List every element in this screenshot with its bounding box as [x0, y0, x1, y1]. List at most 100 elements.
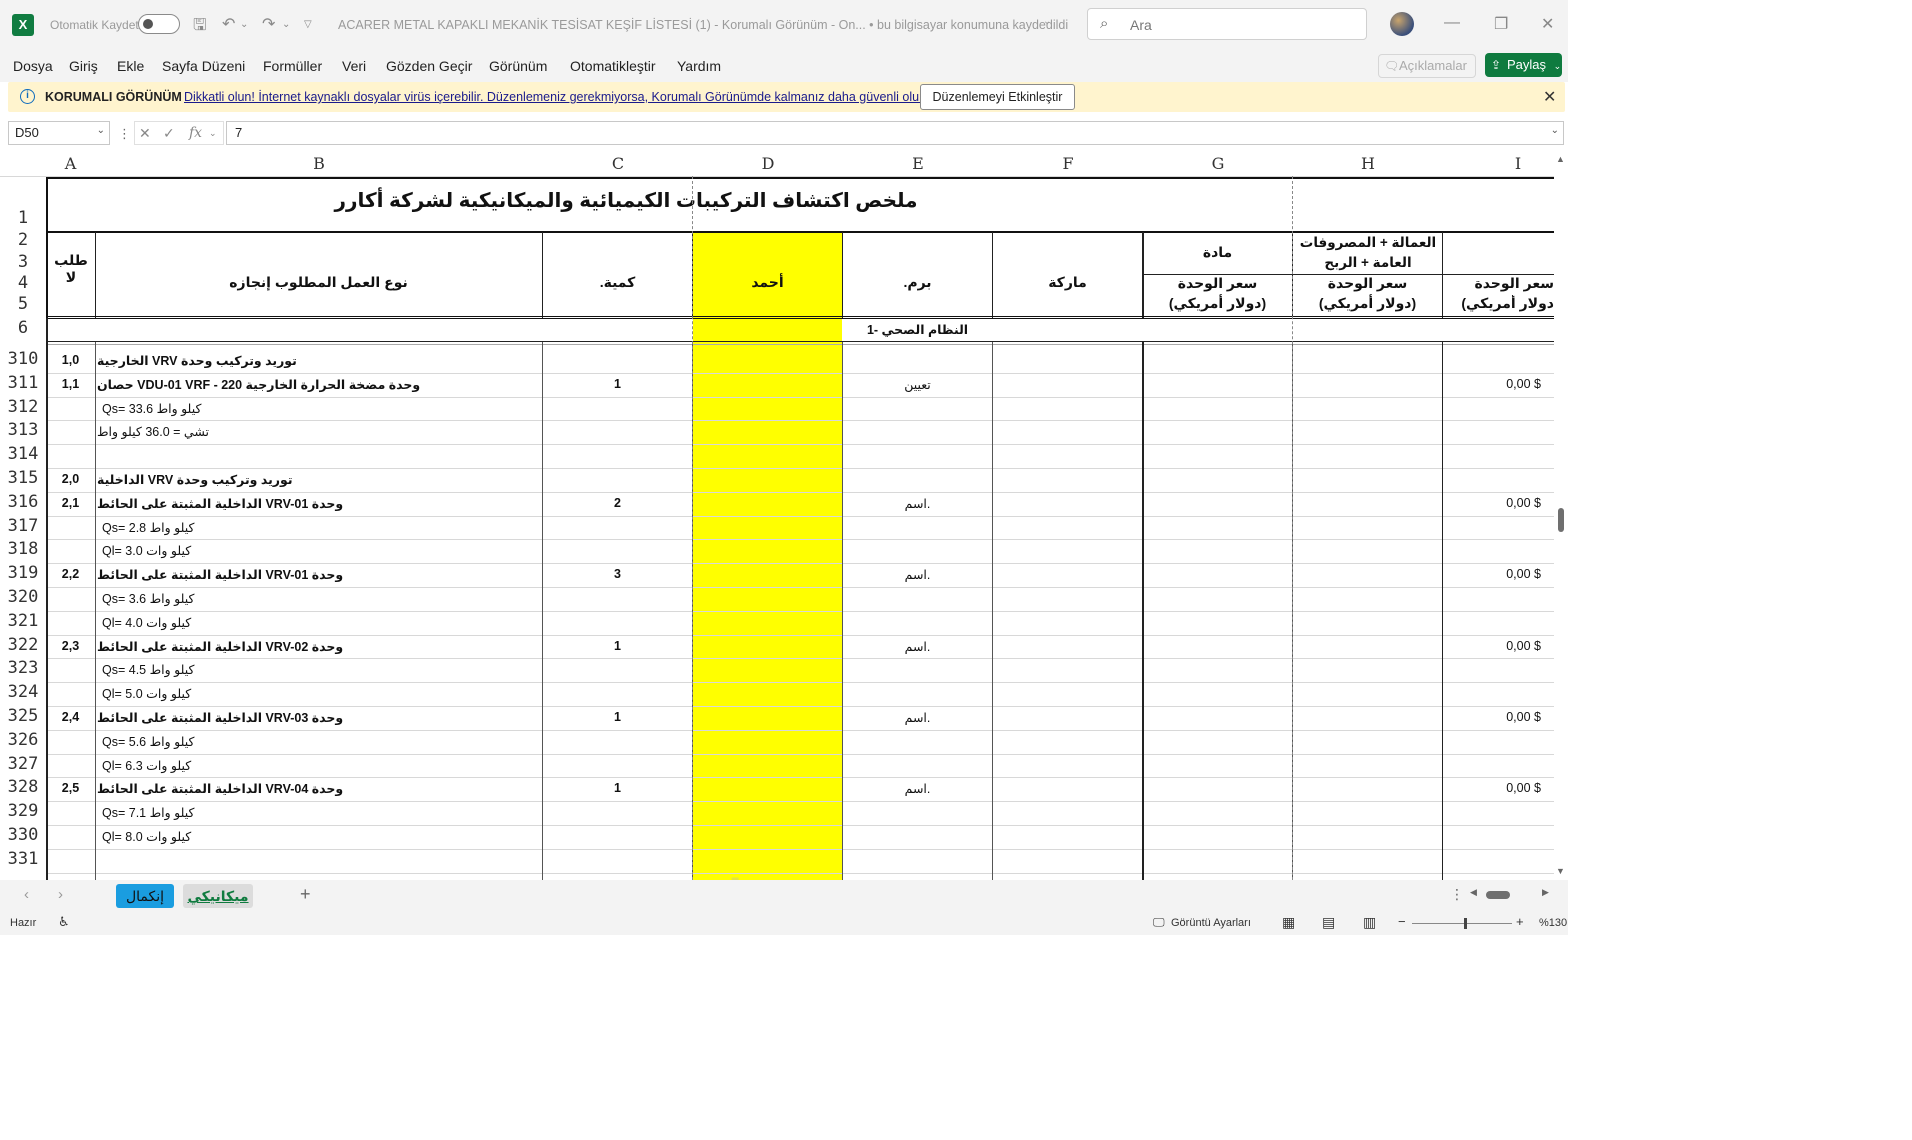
cell-quantity[interactable]: 1 — [543, 377, 692, 391]
cell-i-price[interactable]: 0,00 $ — [1445, 639, 1541, 653]
row-header[interactable]: 319 — [0, 563, 46, 583]
display-settings-icon[interactable]: 🖵 — [1153, 915, 1165, 930]
cell-work-type[interactable]: Qs= 2.8 كيلو واط — [97, 520, 541, 535]
row-header[interactable]: 328 — [0, 777, 46, 797]
row-header-6[interactable]: 6 — [0, 318, 46, 338]
cell-work-type[interactable]: Ql= 4.0 كيلو وات — [97, 615, 541, 630]
cell-work-type[interactable]: توريد وتركيب وحدة VRV الخارجية — [97, 353, 541, 368]
add-sheet-icon[interactable]: + — [300, 884, 311, 905]
view-settings-label[interactable]: Görüntü Ayarları — [1171, 917, 1251, 929]
redo-icon[interactable]: ↷ — [262, 14, 275, 34]
cell-order[interactable]: 1,1 — [48, 377, 93, 391]
expand-formula-icon[interactable]: ⌄ — [1551, 125, 1559, 136]
row-header[interactable]: 311 — [0, 373, 46, 393]
worksheet-grid[interactable]: A B C D E F G H I 1 2 3 4 5 6 ملخص اكتشا… — [0, 152, 1568, 880]
row-header-4[interactable]: 4 — [0, 273, 46, 293]
row-header[interactable]: 318 — [0, 539, 46, 559]
row-header[interactable]: 321 — [0, 611, 46, 631]
col-header-b[interactable]: B — [95, 152, 543, 176]
menu-review[interactable]: Gözden Geçir — [386, 58, 472, 74]
cell-order[interactable]: 2,4 — [48, 710, 93, 724]
row-header[interactable]: 317 — [0, 516, 46, 536]
menu-automate[interactable]: Otomatikleştir — [570, 58, 656, 74]
undo-icon[interactable]: ↶ — [222, 14, 235, 34]
accessibility-icon[interactable]: ♿ — [58, 914, 70, 930]
row-header[interactable]: 322 — [0, 635, 46, 655]
col-header-g[interactable]: G — [1143, 152, 1293, 176]
page-break-view-icon[interactable]: ▥ — [1363, 914, 1376, 931]
cell-work-type[interactable]: وحدة VRV-01 الداخلية المثبتة على الحائط — [97, 567, 541, 582]
row-header[interactable]: 323 — [0, 658, 46, 678]
document-title[interactable]: ACARER METAL KAPAKLI MEKANİK TESİSAT KEŞ… — [338, 18, 1068, 32]
name-box[interactable]: D50 ⌄ — [8, 121, 110, 145]
scroll-up-icon[interactable]: ▲ — [1556, 154, 1565, 164]
prev-sheet-icon[interactable]: ‹ — [24, 886, 29, 903]
cell-quantity[interactable]: 2 — [543, 496, 692, 510]
restore-icon[interactable]: ❐ — [1494, 14, 1508, 34]
cell-i-price[interactable]: 0,00 $ — [1445, 567, 1541, 581]
row-header[interactable]: 326 — [0, 730, 46, 750]
sheet-tab-mechanical[interactable]: ميكانيكي — [183, 884, 253, 908]
confirm-icon[interactable]: ✓ — [163, 125, 175, 142]
enable-editing-button[interactable]: Düzenlemeyi Etkinleştir — [920, 84, 1075, 110]
col-header-c[interactable]: C — [543, 152, 693, 176]
cell-i-price[interactable]: 0,00 $ — [1445, 377, 1541, 391]
menu-help[interactable]: Yardım — [677, 58, 721, 74]
row-header[interactable]: 310 — [0, 349, 46, 369]
normal-view-icon[interactable]: ▦ — [1282, 914, 1295, 931]
cell-unit[interactable]: اسم. — [843, 496, 992, 511]
row-header[interactable]: 316 — [0, 492, 46, 512]
row-header[interactable]: 325 — [0, 706, 46, 726]
cell-work-type[interactable]: وحدة VRV-04 الداخلية المثبتة على الحائط — [97, 781, 541, 796]
comments-button[interactable]: 🗨 Açıklamalar — [1378, 54, 1476, 78]
menu-view[interactable]: Görünüm — [489, 58, 547, 74]
row-header[interactable]: 327 — [0, 754, 46, 774]
cancel-icon[interactable]: ✕ — [139, 125, 151, 142]
scroll-thumb[interactable] — [1558, 508, 1564, 532]
col-header-h[interactable]: H — [1293, 152, 1443, 176]
cell-i-price[interactable]: 0,00 $ — [1445, 710, 1541, 724]
cell-work-type[interactable]: تشي = 36.0 كيلو واط — [97, 424, 541, 439]
cell-work-type[interactable]: وحدة VRV-03 الداخلية المثبتة على الحائط — [97, 710, 541, 725]
cell-unit[interactable]: تعيين — [843, 377, 992, 392]
next-sheet-icon[interactable]: › — [58, 886, 63, 903]
col-header-i[interactable]: I — [1443, 152, 1568, 176]
cell-quantity[interactable]: 1 — [543, 639, 692, 653]
customize-qat-icon[interactable]: ▽ — [304, 19, 312, 30]
cell-work-type[interactable]: وحدة VRV-01 الداخلية المثبتة على الحائط — [97, 496, 541, 511]
cell-work-type[interactable]: Qs= 5.6 كيلو واط — [97, 734, 541, 749]
menu-home[interactable]: Giriş — [69, 58, 98, 74]
cell-order[interactable]: 1,0 — [48, 353, 93, 367]
cell-unit[interactable]: اسم. — [843, 567, 992, 582]
menu-file[interactable]: Dosya — [13, 58, 53, 74]
cell-unit[interactable]: اسم. — [843, 639, 992, 654]
vertical-scrollbar[interactable]: ▲ ▼ — [1554, 152, 1568, 880]
row-header[interactable]: 330 — [0, 825, 46, 845]
menu-formulas[interactable]: Formüller — [263, 58, 322, 74]
cell-work-type[interactable]: Ql= 5.0 كيلو وات — [97, 686, 541, 701]
cell-order[interactable]: 2,3 — [48, 639, 93, 653]
row-header-3[interactable]: 3 — [0, 252, 46, 272]
menu-page-layout[interactable]: Sayfa Düzeni — [162, 58, 245, 74]
cell-work-type[interactable]: توريد وتركيب وحدة VRV الداخلية — [97, 472, 541, 487]
cell-order[interactable]: 2,2 — [48, 567, 93, 581]
close-icon[interactable]: ✕ — [1543, 87, 1556, 107]
search-box[interactable]: ⌕ Ara — [1087, 8, 1367, 40]
zoom-in-icon[interactable]: + — [1516, 914, 1524, 929]
formula-input[interactable]: 7 ⌄ — [226, 121, 1564, 145]
cell-order[interactable]: 2,0 — [48, 472, 93, 486]
hscroll-thumb[interactable] — [1486, 891, 1510, 899]
row-header-2[interactable]: 2 — [0, 230, 46, 250]
row-header[interactable]: 324 — [0, 682, 46, 702]
cell-work-type[interactable]: وحدة مضخة الحرارة الخارجية VDU-01 VRF - … — [97, 377, 541, 392]
zoom-level[interactable]: %130 — [1539, 917, 1567, 929]
row-header-5[interactable]: 5 — [0, 294, 46, 314]
minimize-icon[interactable]: — — [1444, 14, 1460, 32]
cell-work-type[interactable]: Qs= 4.5 كيلو واط — [97, 662, 541, 677]
insert-function-icon[interactable]: fx — [189, 125, 202, 141]
cell-work-type[interactable]: Qs= 33.6 كيلو واط — [97, 401, 541, 416]
zoom-out-icon[interactable]: − — [1398, 914, 1406, 929]
col-header-a[interactable]: A — [46, 152, 95, 176]
scroll-right-icon[interactable]: ▶ — [1542, 887, 1549, 898]
close-window-icon[interactable]: ✕ — [1541, 14, 1554, 34]
